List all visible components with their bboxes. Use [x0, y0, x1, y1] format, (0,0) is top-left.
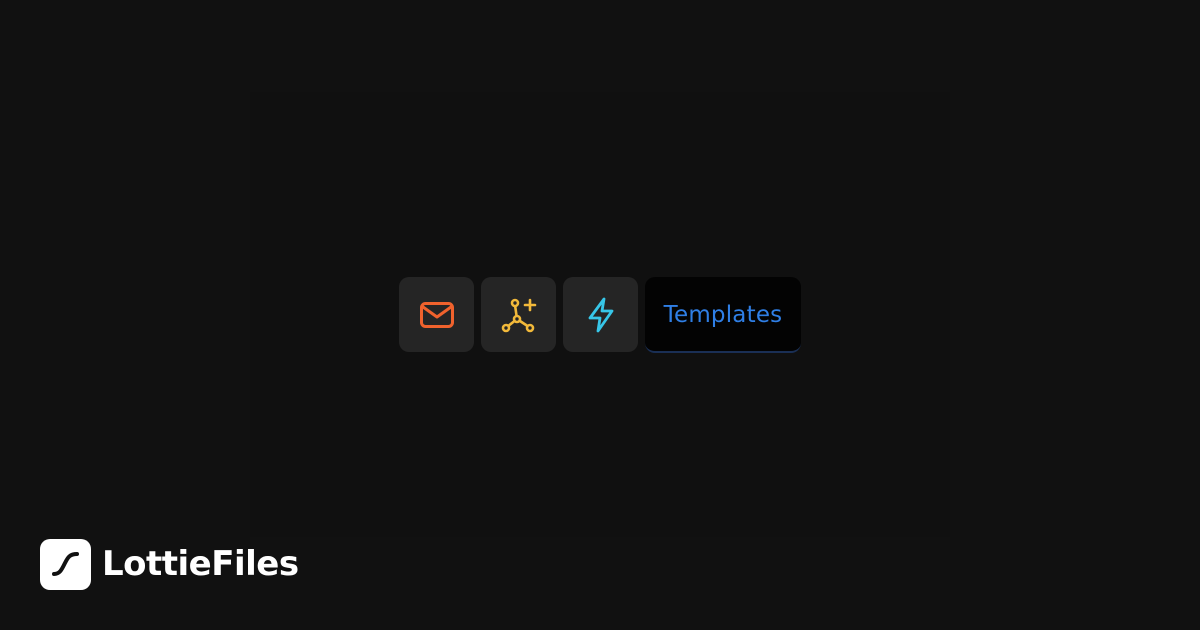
mail-button[interactable]	[399, 277, 474, 352]
network-add-icon	[501, 298, 536, 332]
templates-button[interactable]: Templates	[645, 277, 801, 353]
lightning-button[interactable]	[563, 277, 638, 352]
mail-icon	[419, 301, 454, 328]
lightning-icon	[588, 297, 613, 332]
brand-name: LottieFiles	[102, 544, 299, 584]
templates-label: Templates	[663, 302, 783, 328]
toolbar: Templates	[399, 277, 801, 353]
lottiefiles-logo-icon	[40, 538, 91, 590]
brand[interactable]: LottieFiles	[40, 538, 299, 590]
network-add-button[interactable]	[481, 277, 556, 352]
